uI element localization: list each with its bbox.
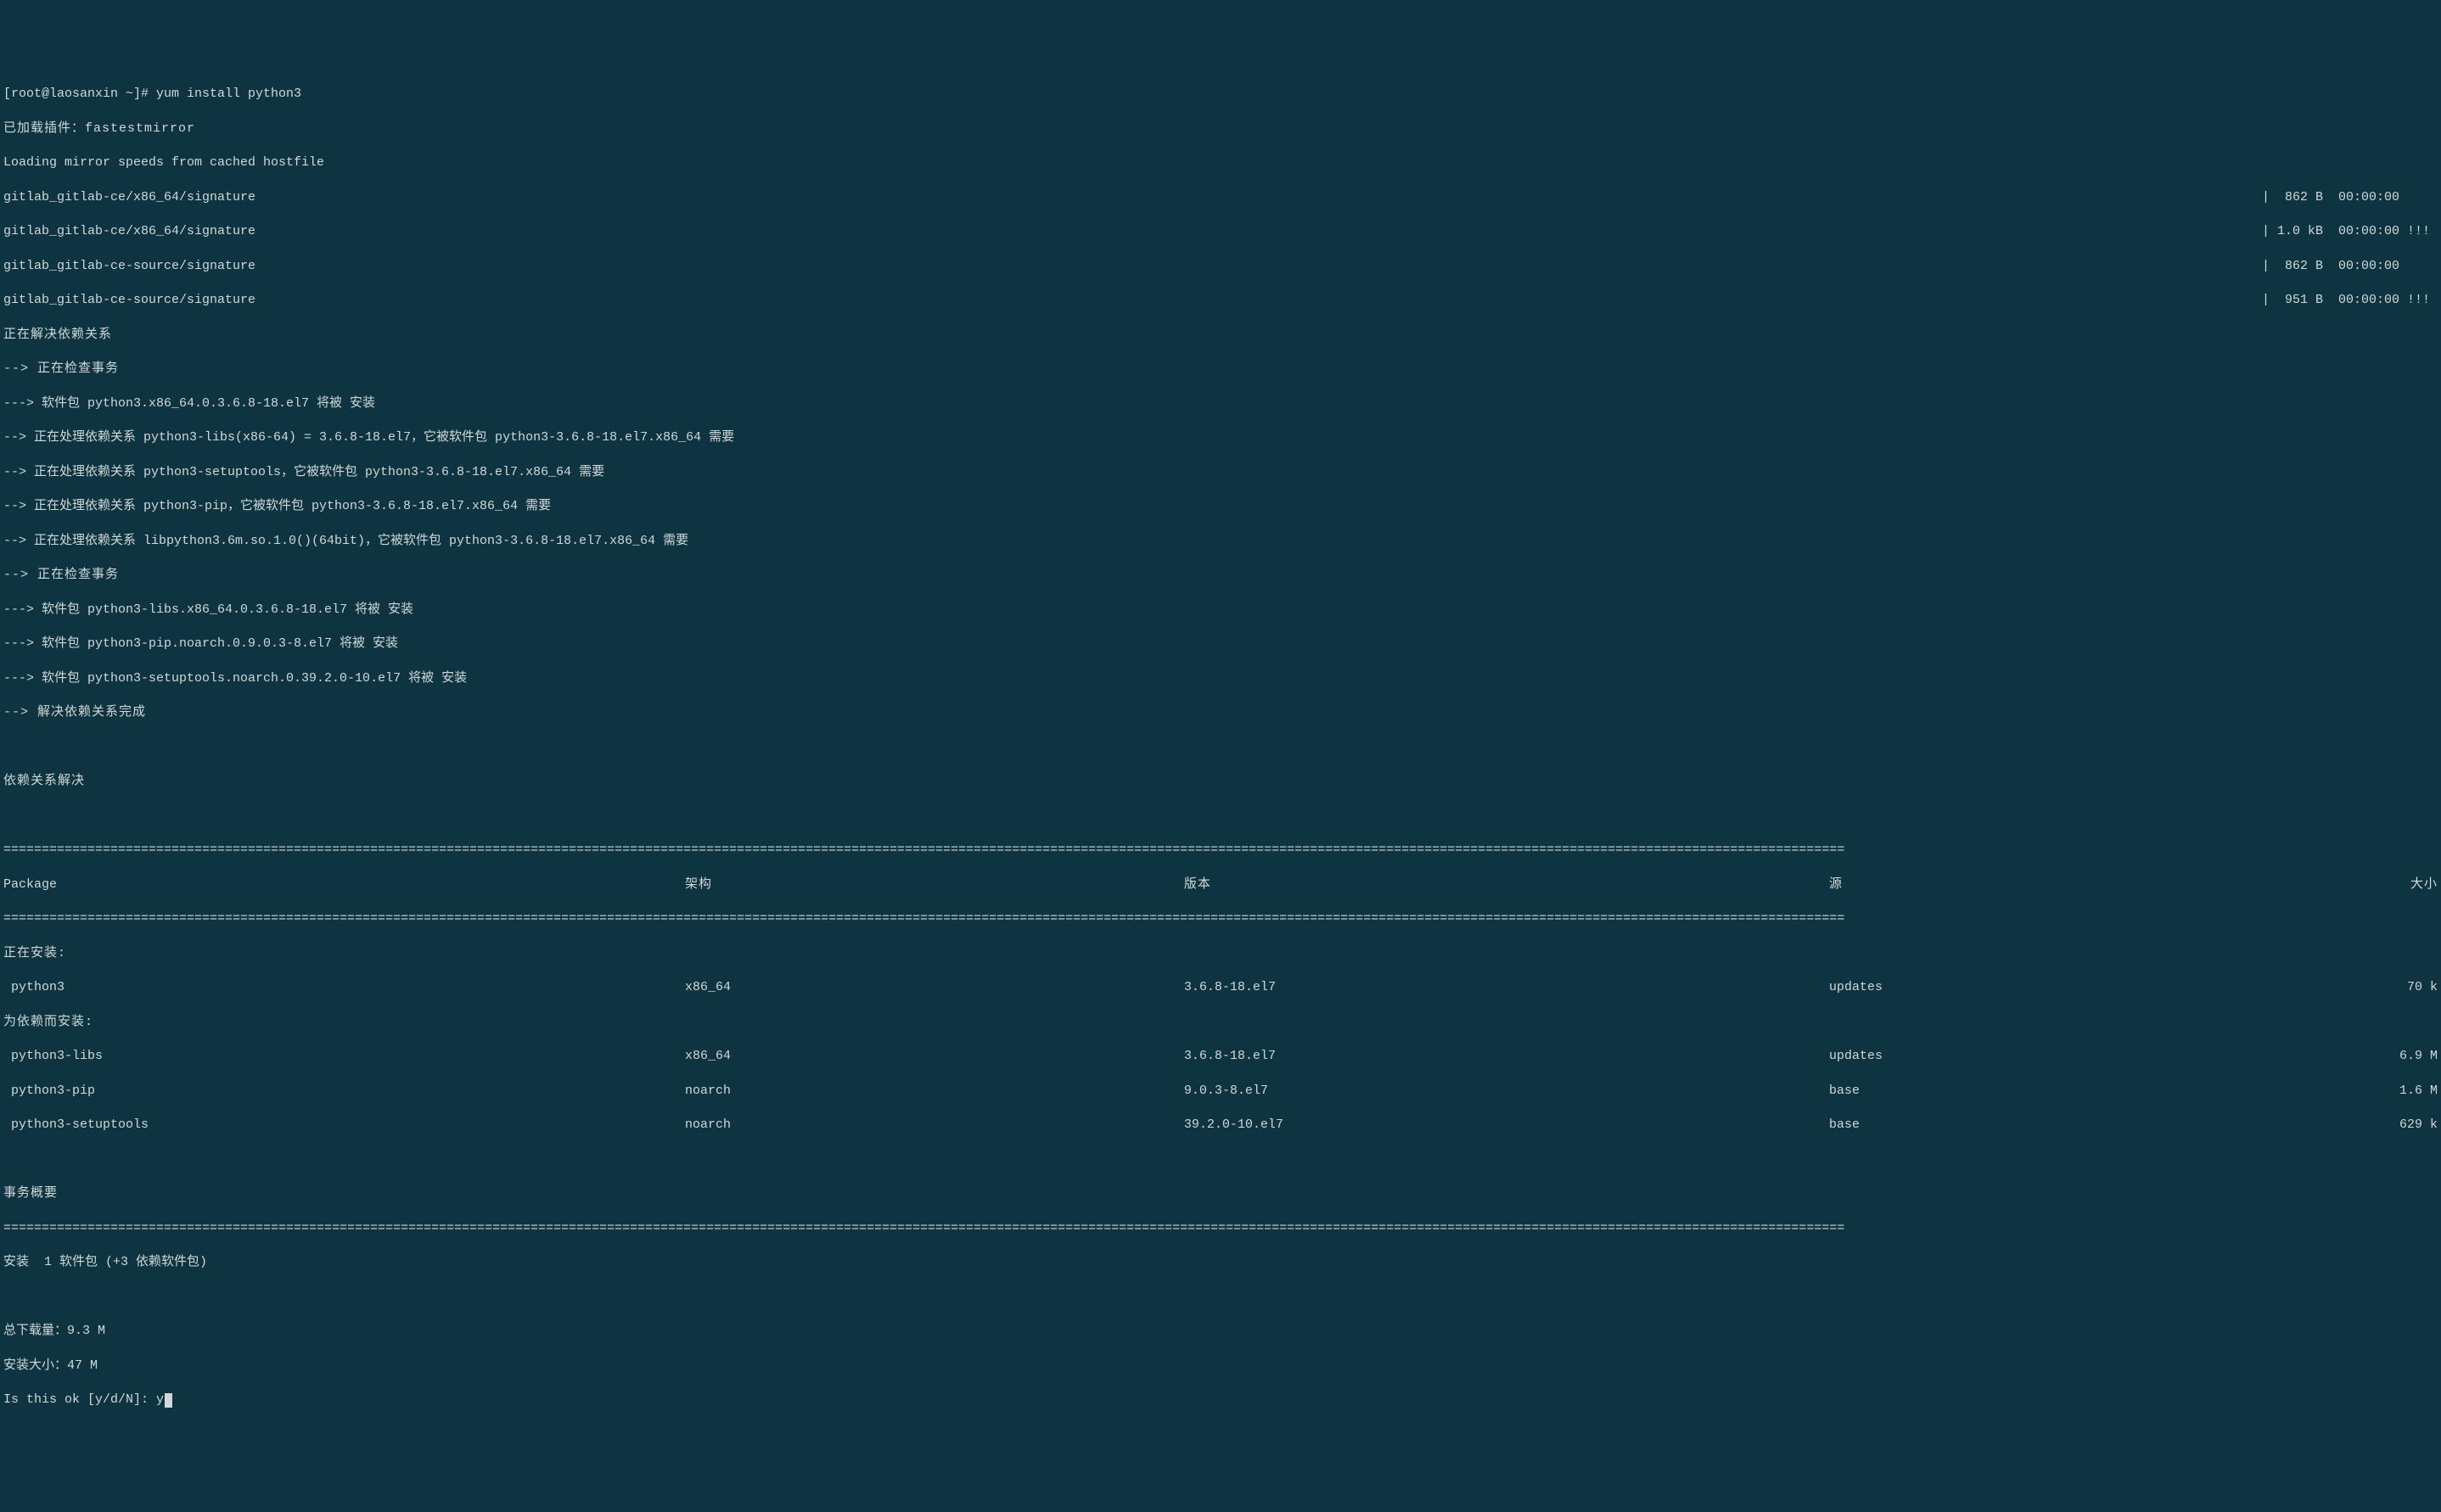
resolving-deps-line: 正在解决依赖关系 (3, 327, 2438, 344)
install-summary-line: 安装 1 软件包 (+3 依赖软件包) (3, 1254, 2438, 1271)
repo-status-line: gitlab_gitlab-ce/x86_64/signature | 862 B… (3, 189, 2438, 206)
loading-mirror-line: Loading mirror speeds from cached hostfi… (3, 154, 2438, 171)
header-size: 大小 (2340, 876, 2438, 893)
repo-name: gitlab_gitlab-ce/x86_64/signature (3, 189, 255, 206)
cell-repo: base (1829, 1083, 2340, 1100)
cell-package: python3-pip (3, 1083, 685, 1100)
repo-name: gitlab_gitlab-ce-source/signature (3, 292, 255, 309)
dependency-line: --> 正在处理依赖关系 libpython3.6m.so.1.0()(64bi… (3, 533, 2438, 550)
loaded-plugins-line: 已加载插件：fastestmirror (3, 120, 2438, 137)
cell-arch: noarch (685, 1083, 1184, 1100)
header-arch: 架构 (685, 876, 1184, 893)
confirm-prompt-line[interactable]: Is this ok [y/d/N]: y (3, 1392, 2438, 1408)
cell-package: python3 (3, 979, 685, 996)
package-install-line: ---> 软件包 python3-libs.x86_64.0.3.6.8-18.… (3, 602, 2438, 619)
blank-line (3, 739, 2438, 756)
cell-arch: x86_64 (685, 979, 1184, 996)
deps-resolved-line: 依赖关系解决 (3, 773, 2438, 790)
installing-section-header: 正在安装: (3, 945, 2438, 962)
cell-version: 39.2.0-10.el7 (1184, 1117, 1829, 1134)
cell-size: 6.9 M (2340, 1048, 2438, 1065)
header-repo: 源 (1829, 876, 2340, 893)
package-install-line: ---> 软件包 python3-setuptools.noarch.0.39.… (3, 670, 2438, 687)
confirm-prompt-text: Is this ok [y/d/N]: (3, 1392, 156, 1408)
repo-status: | 862 B 00:00:00 (2262, 189, 2438, 206)
blank-line (3, 1151, 2438, 1168)
dependency-line: --> 正在处理依赖关系 python3-libs(x86-64) = 3.6.… (3, 429, 2438, 446)
repo-name: gitlab_gitlab-ce/x86_64/signature (3, 223, 255, 240)
confirm-input-value[interactable]: y (156, 1392, 164, 1408)
dependency-line: --> 正在处理依赖关系 python3-pip，它被软件包 python3-3… (3, 498, 2438, 515)
checking-trans-line: --> 正在检查事务 (3, 567, 2438, 584)
repo-status-line: gitlab_gitlab-ce-source/signature | 862 B… (3, 258, 2438, 275)
checking-trans-line: --> 正在检查事务 (3, 361, 2438, 378)
blank-line (3, 808, 2438, 825)
cell-version: 9.0.3-8.el7 (1184, 1083, 1829, 1100)
cell-size: 629 k (2340, 1117, 2438, 1134)
table-row: python3-pipnoarch9.0.3-8.el7base1.6 M (3, 1083, 2438, 1100)
text-cursor (165, 1393, 172, 1408)
repo-status: | 862 B 00:00:00 (2262, 258, 2438, 275)
package-install-line: ---> 软件包 python3.x86_64.0.3.6.8-18.el7 将… (3, 395, 2438, 412)
cell-package: python3-libs (3, 1048, 685, 1065)
package-install-line: ---> 软件包 python3-pip.noarch.0.9.0.3-8.el… (3, 636, 2438, 652)
divider-line: ========================================… (3, 1220, 2438, 1237)
cell-arch: noarch (685, 1117, 1184, 1134)
header-package: Package (3, 876, 685, 893)
repo-status-line: gitlab_gitlab-ce/x86_64/signature | 1.0 k… (3, 223, 2438, 240)
terminal-output[interactable]: [root@laosanxin ~]# yum install python3 … (3, 69, 2438, 1426)
table-row: python3-libsx86_643.6.8-18.el7updates6.9… (3, 1048, 2438, 1065)
total-download-line: 总下载量：9.3 M (3, 1323, 2438, 1340)
cell-repo: base (1829, 1117, 2340, 1134)
trans-summary-line: 事务概要 (3, 1185, 2438, 1202)
resolved-line: --> 解决依赖关系完成 (3, 704, 2438, 721)
cell-version: 3.6.8-18.el7 (1184, 1048, 1829, 1065)
blank-line (3, 1289, 2438, 1306)
repo-status-line: gitlab_gitlab-ce-source/signature | 951 B… (3, 292, 2438, 309)
cell-repo: updates (1829, 1048, 2340, 1065)
cell-size: 70 k (2340, 979, 2438, 996)
install-size-line: 安装大小：47 M (3, 1358, 2438, 1375)
table-row: python3-setuptoolsnoarch39.2.0-10.el7bas… (3, 1117, 2438, 1134)
cell-arch: x86_64 (685, 1048, 1184, 1065)
table-row: python3x86_643.6.8-18.el7updates70 k (3, 979, 2438, 996)
cell-repo: updates (1829, 979, 2340, 996)
header-version: 版本 (1184, 876, 1829, 893)
cell-version: 3.6.8-18.el7 (1184, 979, 1829, 996)
dependency-line: --> 正在处理依赖关系 python3-setuptools，它被软件包 py… (3, 464, 2438, 481)
repo-name: gitlab_gitlab-ce-source/signature (3, 258, 255, 275)
cell-size: 1.6 M (2340, 1083, 2438, 1100)
divider-line: ========================================… (3, 910, 2438, 927)
repo-status: | 951 B 00:00:00 !!! (2262, 292, 2438, 309)
cell-package: python3-setuptools (3, 1117, 685, 1134)
divider-line: ========================================… (3, 842, 2438, 859)
repo-status: | 1.0 kB 00:00:00 !!! (2262, 223, 2438, 240)
command-prompt-line: [root@laosanxin ~]# yum install python3 (3, 86, 2438, 103)
table-header-row: Package架构版本源大小 (3, 876, 2438, 893)
for-deps-section-header: 为依赖而安装: (3, 1014, 2438, 1031)
